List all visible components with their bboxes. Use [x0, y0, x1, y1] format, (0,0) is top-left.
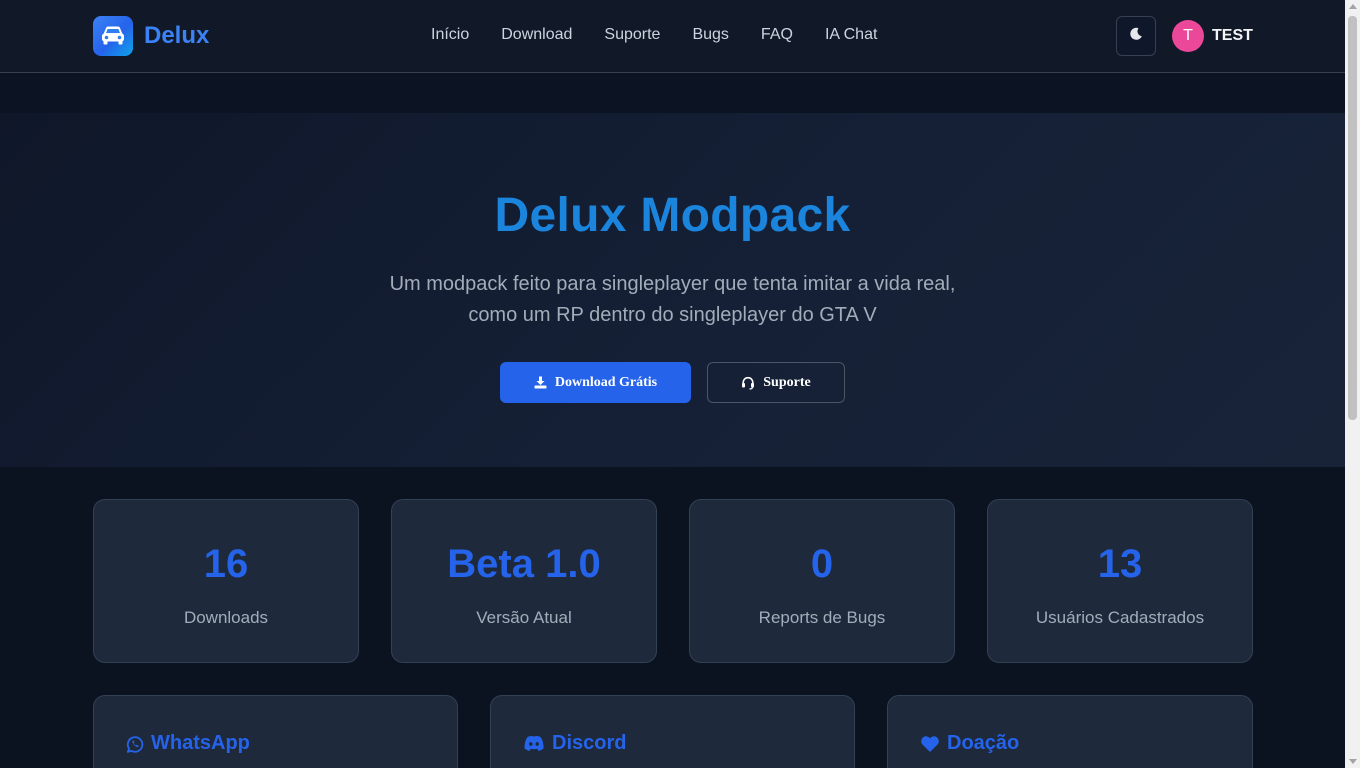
stat-card-users: 13 Usuários Cadastrados	[987, 499, 1253, 663]
moon-icon	[1129, 27, 1143, 46]
discord-icon	[523, 735, 545, 752]
stat-label: Reports de Bugs	[758, 608, 886, 627]
stat-value: Beta 1.0	[447, 542, 601, 586]
nav-link-bugs[interactable]: Bugs	[692, 26, 728, 44]
navbar: Delux Início Download Suporte Bugs FAQ I…	[0, 0, 1345, 73]
nav-link-download[interactable]: Download	[501, 26, 572, 44]
whatsapp-icon	[126, 735, 144, 753]
download-button[interactable]: Download Grátis	[500, 362, 691, 403]
stat-card-version: Beta 1.0 Versão Atual	[391, 499, 657, 663]
card-title: Discord	[523, 732, 626, 755]
discord-card[interactable]: Discord	[490, 695, 855, 768]
scrollbar-thumb[interactable]	[1348, 16, 1357, 420]
user-menu[interactable]: T TEST	[1172, 20, 1253, 52]
stat-card-downloads: 16 Downloads	[93, 499, 359, 663]
download-icon	[534, 376, 547, 389]
card-title: WhatsApp	[126, 732, 250, 755]
discord-card-title: Discord	[552, 732, 627, 754]
headset-icon	[741, 376, 755, 390]
stat-value: 0	[810, 542, 834, 586]
user-name: TEST	[1212, 27, 1253, 44]
donation-card[interactable]: Doação	[887, 695, 1253, 768]
theme-toggle-button[interactable]	[1116, 16, 1156, 56]
hero-title: Delux Modpack	[494, 189, 851, 242]
hero-top-band	[0, 73, 1345, 113]
page-scrollbar[interactable]	[1345, 0, 1360, 768]
nav-link-faq[interactable]: FAQ	[761, 26, 793, 44]
nav-link-ia-chat[interactable]: IA Chat	[825, 26, 877, 44]
heart-icon	[920, 735, 940, 753]
hero-subtitle: Um modpack feito para singleplayer que t…	[0, 269, 1345, 331]
stat-value: 13	[1097, 542, 1143, 586]
download-button-label: Download Grátis	[554, 374, 658, 390]
nav-link-suporte[interactable]: Suporte	[604, 26, 660, 44]
hero-buttons: Download Grátis Suporte	[500, 362, 845, 403]
brand-name: Delux	[144, 22, 210, 49]
stat-value: 16	[203, 542, 249, 586]
avatar: T	[1172, 20, 1204, 52]
stat-card-bug-reports: 0 Reports de Bugs	[689, 499, 955, 663]
hero-subtitle-line-1: Um modpack feito para singleplayer que t…	[389, 273, 956, 295]
scroll-down-arrow-icon[interactable]	[1349, 759, 1357, 764]
stat-label: Versão Atual	[476, 608, 572, 627]
scroll-up-arrow-icon[interactable]	[1349, 4, 1357, 9]
hero-section: Delux Modpack Um modpack feito para sing…	[0, 113, 1345, 467]
hero-subtitle-line-2: como um RP dentro do singleplayer do GTA…	[468, 304, 877, 326]
stat-label: Downloads	[183, 608, 269, 627]
support-button-label: Suporte	[763, 374, 811, 390]
brand-link[interactable]: Delux	[93, 16, 209, 56]
car-icon	[93, 16, 133, 56]
support-button[interactable]: Suporte	[707, 362, 845, 403]
whatsapp-card-title: WhatsApp	[151, 732, 250, 754]
whatsapp-card[interactable]: WhatsApp	[93, 695, 458, 768]
nav-link-inicio[interactable]: Início	[431, 26, 469, 44]
nav-links: Início Download Suporte Bugs FAQ IA Chat	[431, 26, 877, 44]
card-title: Doação	[920, 732, 1019, 755]
stat-label: Usuários Cadastrados	[1035, 608, 1205, 627]
donation-card-title: Doação	[947, 732, 1020, 754]
